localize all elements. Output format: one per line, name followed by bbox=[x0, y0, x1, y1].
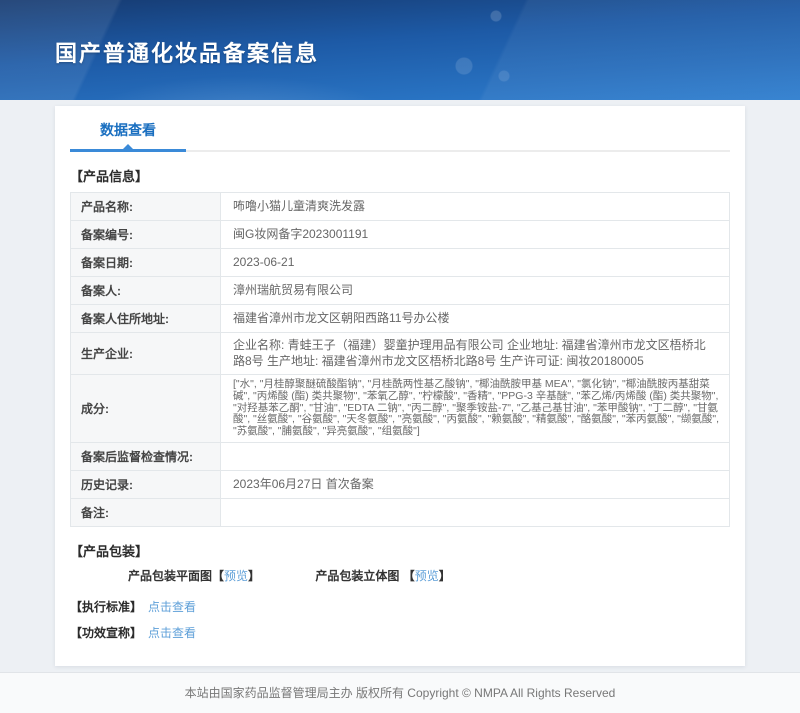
row-value bbox=[220, 441, 730, 471]
row-value: 闽G妆网备字2023001191 bbox=[220, 220, 730, 249]
packaging-row: 产品包装平面图【预览】 产品包装立体图 【预览】 bbox=[128, 567, 730, 584]
table-row-filing-date: 备案日期: 2023-06-21 bbox=[70, 248, 730, 277]
row-label: 成分: bbox=[70, 374, 221, 443]
row-label: 历史记录: bbox=[70, 469, 221, 499]
row-value: 福建省漳州市龙文区朝阳西路11号办公楼 bbox=[220, 304, 730, 333]
page-title: 国产普通化妆品备案信息 bbox=[55, 41, 320, 66]
table-row-ingredients: 成分: ["水", "月桂醇聚醚硫酸酯钠", "月桂酰两性基乙酸钠", "椰油酰… bbox=[70, 374, 730, 443]
row-label: 备案编号: bbox=[70, 220, 221, 249]
packaging-flat-view-preview-link[interactable]: 预览 bbox=[224, 569, 248, 583]
standards-label: 【执行标准】 bbox=[70, 599, 143, 614]
standards-view-link[interactable]: 点击查看 bbox=[148, 600, 196, 614]
efficacy-label: 【功效宣称】 bbox=[70, 625, 143, 640]
packaging-flat-view-label: 产品包装平面图 bbox=[128, 568, 213, 583]
table-row-remarks: 备注: bbox=[70, 497, 730, 527]
page: 国产普通化妆品备案信息 数据查看 【产品信息】 产品名称: 咘噜小猫儿童清爽洗发… bbox=[0, 0, 800, 713]
row-label: 备案后监督检查情况: bbox=[70, 441, 221, 471]
row-label: 生产企业: bbox=[70, 331, 221, 376]
packaging-section-title: 【产品包装】 bbox=[70, 543, 149, 559]
row-value: 企业名称: 青蛙王子（福建）婴童护理用品有限公司 企业地址: 福建省漳州市龙文区… bbox=[220, 331, 730, 376]
row-label: 产品名称: bbox=[70, 192, 221, 221]
page-header: 国产普通化妆品备案信息 bbox=[0, 0, 800, 100]
bracket-open: 【 bbox=[402, 568, 415, 583]
packaging-3d-view-item: 产品包装立体图 【预览】 bbox=[315, 569, 450, 583]
product-info-section-title: 【产品信息】 bbox=[70, 169, 149, 184]
row-value: 漳州瑞航贸易有限公司 bbox=[220, 276, 730, 305]
page-footer: 本站由国家药品监督管理局主办 版权所有 Copyright © NMPA All… bbox=[0, 671, 800, 713]
efficacy-view-link[interactable]: 点击查看 bbox=[148, 626, 196, 640]
packaging-3d-view-preview-link[interactable]: 预览 bbox=[415, 569, 439, 583]
row-value: 2023年06月27日 首次备案 bbox=[220, 469, 730, 499]
row-label: 备案人住所地址: bbox=[70, 304, 221, 333]
row-value: ["水", "月桂醇聚醚硫酸酯钠", "月桂酰两性基乙酸钠", "椰油酰胺甲基 … bbox=[220, 374, 730, 443]
tab-active-indicator-icon bbox=[123, 144, 133, 149]
table-row-manufacturer: 生产企业: 企业名称: 青蛙王子（福建）婴童护理用品有限公司 企业地址: 福建省… bbox=[70, 331, 730, 376]
tab-data-view[interactable]: 数据查看 bbox=[70, 120, 186, 152]
copyright-text: 本站由国家药品监督管理局主办 版权所有 Copyright © NMPA All… bbox=[184, 685, 616, 700]
standards-row: 【执行标准】 点击查看 bbox=[70, 598, 730, 615]
content-card: 数据查看 【产品信息】 产品名称: 咘噜小猫儿童清爽洗发露 备案编号: 闽G妆网… bbox=[55, 106, 745, 666]
bracket-close: 】 bbox=[438, 568, 451, 583]
packaging-flat-view-item: 产品包装平面图【预览】 bbox=[128, 569, 263, 583]
row-value: 咘噜小猫儿童清爽洗发露 bbox=[220, 192, 730, 221]
tab-bar: 数据查看 bbox=[70, 120, 730, 152]
bracket-open: 【 bbox=[212, 568, 225, 583]
efficacy-row: 【功效宣称】 点击查看 bbox=[70, 624, 730, 641]
table-row-filer: 备案人: 漳州瑞航贸易有限公司 bbox=[70, 276, 730, 305]
row-label: 备案人: bbox=[70, 276, 221, 305]
tab-data-view-label: 数据查看 bbox=[100, 122, 156, 138]
table-row-filer-address: 备案人住所地址: 福建省漳州市龙文区朝阳西路11号办公楼 bbox=[70, 304, 730, 333]
row-label: 备案日期: bbox=[70, 248, 221, 277]
packaging-3d-view-label: 产品包装立体图 bbox=[315, 568, 403, 583]
row-value bbox=[220, 497, 730, 527]
row-label: 备注: bbox=[70, 497, 221, 527]
product-info-table: 产品名称: 咘噜小猫儿童清爽洗发露 备案编号: 闽G妆网备字2023001191… bbox=[70, 192, 730, 527]
row-value: 2023-06-21 bbox=[220, 248, 730, 277]
table-row-product-name: 产品名称: 咘噜小猫儿童清爽洗发露 bbox=[70, 192, 730, 221]
table-row-post-filing-inspection: 备案后监督检查情况: bbox=[70, 441, 730, 471]
table-row-filing-number: 备案编号: 闽G妆网备字2023001191 bbox=[70, 220, 730, 249]
table-row-history: 历史记录: 2023年06月27日 首次备案 bbox=[70, 469, 730, 499]
bracket-close: 】 bbox=[248, 568, 261, 583]
